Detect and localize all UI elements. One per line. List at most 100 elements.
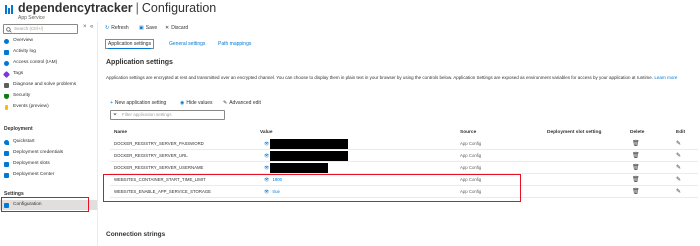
delete-icon[interactable]: 🗑 bbox=[632, 138, 640, 150]
highlight-box-configuration bbox=[1, 197, 89, 212]
save-label: Save bbox=[145, 25, 158, 31]
delete-icon[interactable]: 🗑 bbox=[632, 186, 640, 198]
rocket-icon bbox=[4, 139, 9, 145]
column-header-source[interactable]: Source bbox=[460, 130, 476, 135]
sidebar-item-label: Deployment credentials bbox=[13, 150, 64, 155]
settings-description: Application settings are encrypted at re… bbox=[106, 74, 696, 81]
filter-settings-input[interactable]: ⏷ Filter application settings bbox=[110, 110, 225, 120]
hide-values-label: Hide values bbox=[186, 100, 213, 106]
column-header-name[interactable]: Name bbox=[114, 130, 127, 135]
column-header-slot-setting[interactable]: Deployment slot setting bbox=[547, 130, 601, 135]
delete-icon[interactable]: 🗑 bbox=[632, 162, 640, 174]
tab-path-mappings[interactable]: Path mappings bbox=[218, 41, 251, 47]
bolt-icon bbox=[5, 104, 8, 110]
redacted-value bbox=[270, 151, 348, 161]
save-icon: ▣ bbox=[139, 25, 144, 31]
app-name: dependencytracker bbox=[18, 1, 133, 15]
section-title-connection-strings: Connection strings bbox=[106, 231, 166, 238]
setting-source: App Config bbox=[460, 153, 482, 158]
setting-name: DOCKER_REGISTRY_SERVER_URL bbox=[114, 153, 188, 158]
shield-icon bbox=[4, 93, 9, 99]
people-icon bbox=[4, 60, 9, 66]
add-icon: + bbox=[110, 100, 113, 106]
clear-icon[interactable]: × bbox=[83, 24, 87, 30]
save-button[interactable]: ▣ Save bbox=[139, 22, 157, 34]
sidebar-item-tags[interactable]: Tags bbox=[0, 69, 97, 79]
edit-icon[interactable]: ✎ bbox=[676, 162, 681, 174]
log-icon bbox=[4, 49, 9, 55]
wrench-icon bbox=[4, 82, 9, 88]
sidebar-item-access-control[interactable]: Access control (IAM) bbox=[0, 58, 97, 68]
tab-label: General settings bbox=[169, 41, 206, 47]
description-text: Application settings are encrypted at re… bbox=[106, 75, 654, 80]
sidebar-item-label: Activity log bbox=[13, 49, 36, 54]
discard-button[interactable]: ✕ Discard bbox=[165, 22, 188, 34]
advanced-edit-label: Advanced edit bbox=[229, 100, 261, 106]
search-icon bbox=[6, 26, 12, 33]
setting-name: DOCKER_REGISTRY_SERVER_PASSWORD bbox=[114, 141, 204, 146]
tab-label: Application settings bbox=[108, 41, 152, 47]
section-title-application-settings: Application settings bbox=[106, 59, 173, 66]
tab-general-settings[interactable]: General settings bbox=[169, 41, 205, 47]
credentials-icon bbox=[4, 150, 9, 156]
filter-placeholder: Filter application settings bbox=[122, 112, 172, 117]
show-value-icon[interactable]: 👁 bbox=[264, 141, 269, 146]
refresh-button[interactable]: ↻ Refresh bbox=[105, 22, 129, 34]
edit-icon[interactable]: ✎ bbox=[676, 138, 681, 150]
sidebar-item-label: Access control (IAM) bbox=[13, 60, 58, 65]
redacted-value bbox=[270, 139, 348, 149]
page-title: dependencytracker | Configuration bbox=[18, 1, 216, 15]
column-header-edit: Edit bbox=[676, 130, 686, 135]
highlight-box-websites-settings bbox=[103, 174, 521, 202]
tab-label: Path mappings bbox=[218, 41, 252, 47]
sidebar-item-label: Deployment slots bbox=[13, 161, 50, 166]
sidebar-item-label: Quickstart bbox=[13, 139, 35, 144]
column-header-value[interactable]: Value bbox=[260, 130, 273, 135]
cube-icon bbox=[4, 172, 9, 178]
hide-values-button[interactable]: ◉ Hide values bbox=[180, 100, 213, 106]
sidebar-item-label: Events (preview) bbox=[13, 104, 49, 109]
sidebar-item-label: Diagnose and solve problems bbox=[13, 82, 77, 87]
sidebar-item-quickstart[interactable]: Quickstart bbox=[0, 137, 97, 147]
sidebar-item-label: Tags bbox=[13, 71, 24, 76]
sidebar-item-label: Deployment Center bbox=[13, 172, 55, 177]
main-content: ↻ Refresh ▣ Save ✕ Discard Application sett… bbox=[101, 22, 700, 246]
setting-source: App Config bbox=[460, 165, 482, 170]
resource-menu: Search (Ctrl+/) × « Overview Activity lo… bbox=[0, 22, 98, 246]
sidebar-item-activity-log[interactable]: Activity log bbox=[0, 47, 97, 57]
slots-icon bbox=[4, 161, 9, 167]
edit-icon[interactable]: ✎ bbox=[676, 174, 681, 186]
delete-icon[interactable]: 🗑 bbox=[632, 174, 640, 186]
advanced-edit-button[interactable]: ✎ Advanced edit bbox=[223, 100, 261, 106]
learn-more-link[interactable]: Learn more bbox=[654, 75, 677, 80]
tab-application-settings[interactable]: Application settings bbox=[105, 39, 155, 49]
edit-icon[interactable]: ✎ bbox=[676, 150, 681, 162]
sidebar-item-deployment-slots[interactable]: Deployment slots bbox=[0, 159, 97, 169]
section-header-deployment: Deployment bbox=[4, 126, 33, 132]
discard-label: Discard bbox=[171, 25, 189, 31]
sidebar-item-security[interactable]: Security bbox=[0, 91, 97, 101]
edit-icon[interactable]: ✎ bbox=[676, 186, 681, 198]
collapse-menu-icon[interactable]: « bbox=[90, 24, 93, 30]
search-placeholder: Search (Ctrl+/) bbox=[14, 26, 44, 31]
setting-name: DOCKER_REGISTRY_SERVER_USERNAME bbox=[114, 165, 204, 170]
show-value-icon[interactable]: 👁 bbox=[264, 165, 269, 170]
app-service-icon bbox=[5, 5, 14, 14]
delete-icon[interactable]: 🗑 bbox=[632, 150, 640, 162]
menu-search-input[interactable]: Search (Ctrl+/) bbox=[3, 24, 78, 34]
sidebar-item-events[interactable]: Events (preview) bbox=[0, 102, 97, 112]
new-application-setting-button[interactable]: + New application setting bbox=[110, 100, 166, 106]
sidebar-item-deployment-credentials[interactable]: Deployment credentials bbox=[0, 148, 97, 158]
sidebar-item-label: Security bbox=[13, 93, 31, 98]
refresh-icon: ↻ bbox=[105, 25, 110, 31]
sidebar-item-deployment-center[interactable]: Deployment Center bbox=[0, 170, 97, 180]
show-value-icon[interactable]: 👁 bbox=[264, 153, 269, 158]
table-row: DOCKER_REGISTRY_SERVER_USERNAME 👁 App Co… bbox=[110, 162, 698, 174]
column-header-delete: Delete bbox=[630, 130, 645, 135]
sidebar-item-overview[interactable]: Overview bbox=[0, 36, 97, 46]
table-row: DOCKER_REGISTRY_SERVER_URL 👁 App Config … bbox=[110, 150, 698, 162]
globe-icon bbox=[4, 38, 9, 44]
sidebar-item-diagnose[interactable]: Diagnose and solve problems bbox=[0, 80, 97, 90]
blade-header: dependencytracker | Configuration App Serv… bbox=[0, 0, 700, 22]
new-setting-label: New application setting bbox=[114, 100, 167, 106]
